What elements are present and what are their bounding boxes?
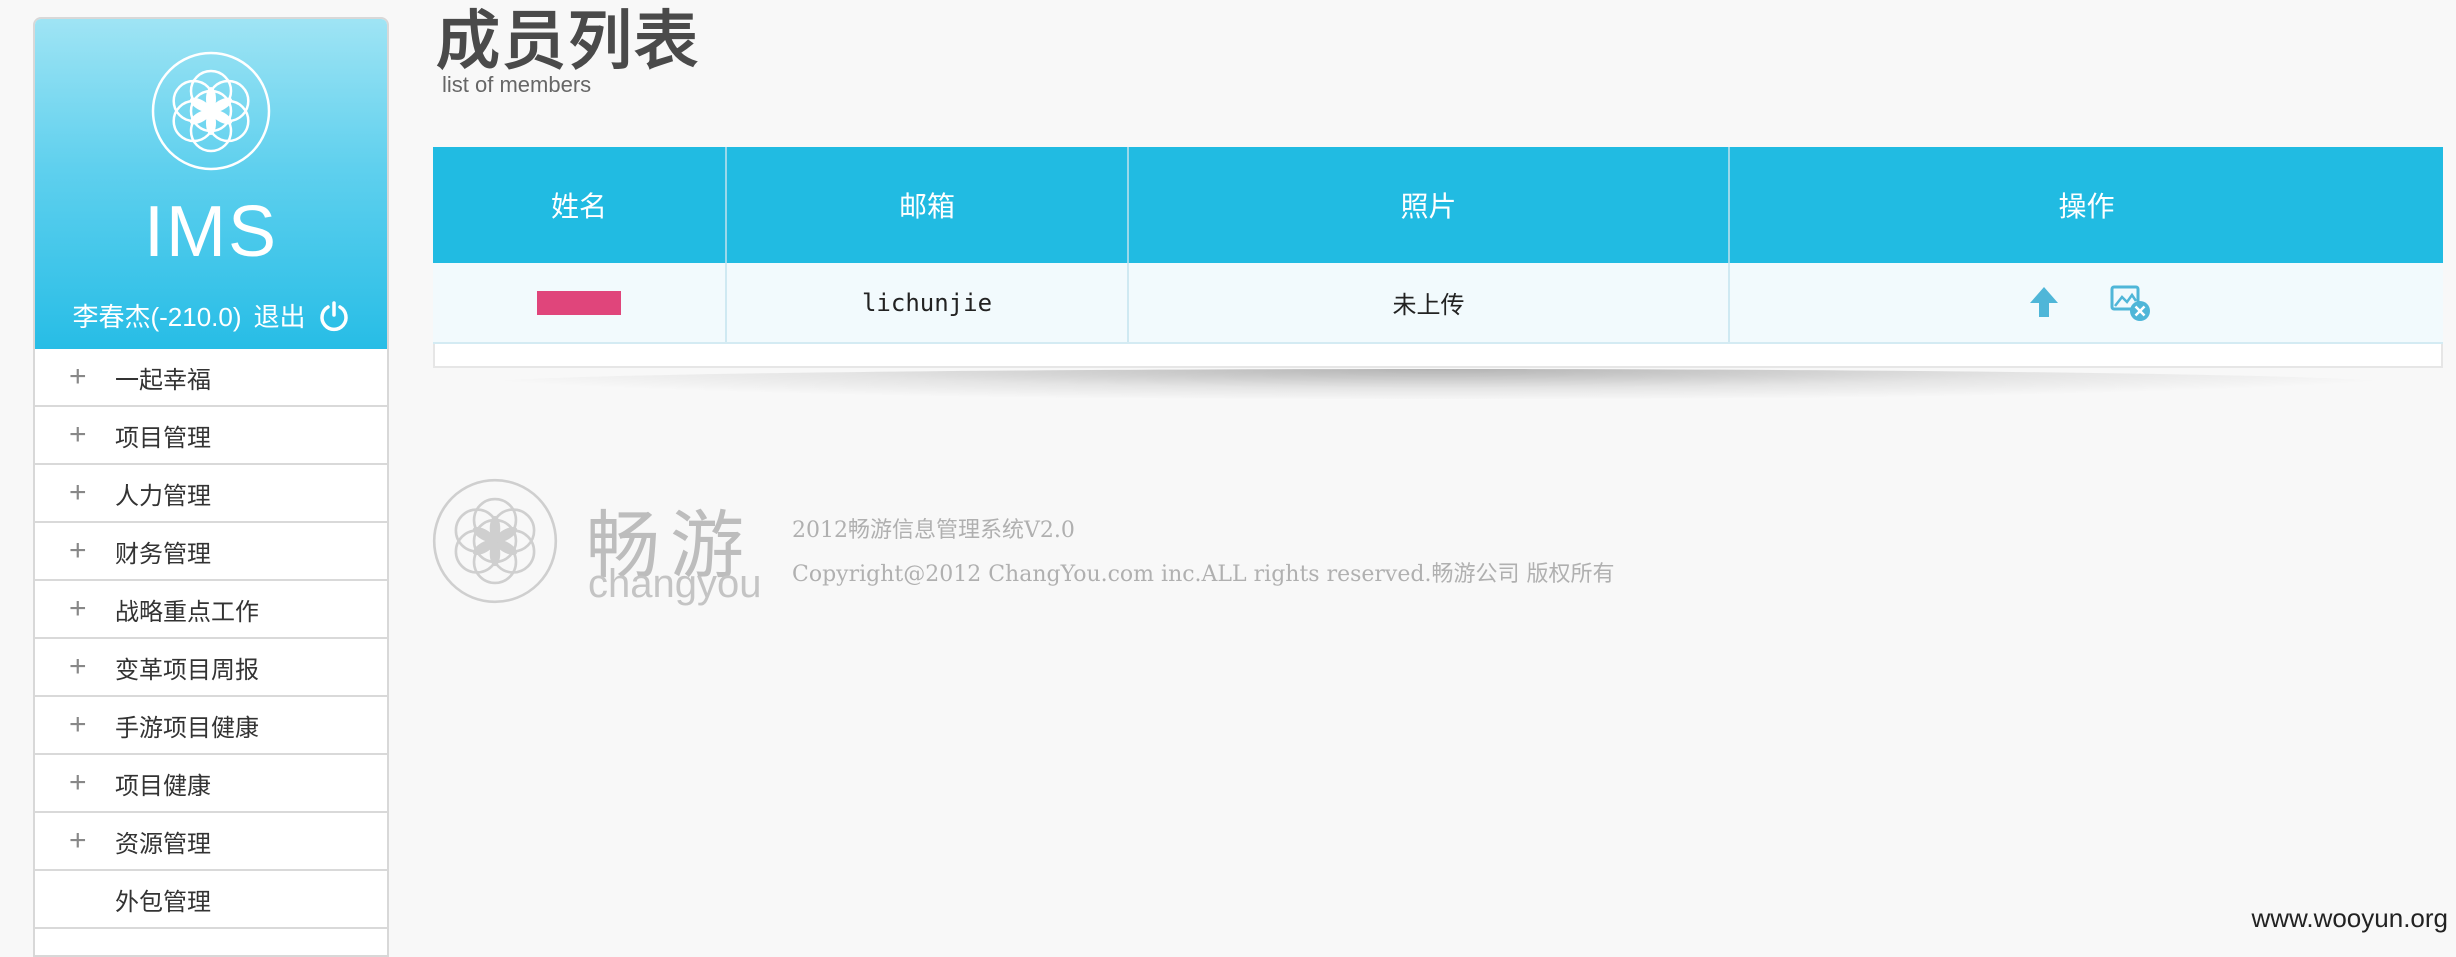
plus-icon: + (69, 710, 105, 740)
sidebar-item-label: 项目健康 (115, 766, 211, 801)
user-display: 李春杰(-210.0) (72, 297, 241, 334)
cell-email: lichunjie (726, 263, 1128, 343)
user-info-line: 李春杰(-210.0) 退出 (35, 297, 387, 334)
app-logo-text: IMS (35, 191, 387, 273)
sidebar-item-label: 资源管理 (115, 824, 211, 859)
plus-icon: + (69, 594, 105, 624)
sidebar-item-label: 手游项目健康 (115, 708, 259, 743)
sidebar: IMS 李春杰(-210.0) 退出 + 一起幸福 + 项目管理 + 人力管理 … (33, 17, 389, 957)
plus-icon: + (69, 536, 105, 566)
sidebar-menu: + 一起幸福 + 项目管理 + 人力管理 + 财务管理 + 战略重点工作 + 变… (35, 349, 387, 929)
watermark-text: www.wooyun.org (2251, 903, 2448, 934)
sidebar-item-yiqi-xingfu[interactable]: + 一起幸福 (35, 349, 387, 407)
delete-photo-icon[interactable] (2108, 281, 2152, 325)
column-header-name: 姓名 (433, 147, 726, 263)
sidebar-item-outsourcing-management[interactable]: + 外包管理 (35, 871, 387, 929)
action-icons (1731, 281, 2442, 325)
sidebar-item-label: 变革项目周报 (115, 650, 259, 685)
table-header-row: 姓名 邮箱 照片 操作 (433, 147, 2443, 263)
footer-system-version: 2012畅游信息管理系统V2.0 (792, 512, 1075, 544)
members-table: 姓名 邮箱 照片 操作 lichunjie 未上传 (433, 147, 2443, 344)
column-header-actions: 操作 (1729, 147, 2443, 263)
sidebar-item-project-management[interactable]: + 项目管理 (35, 407, 387, 465)
cell-actions (1729, 263, 2443, 343)
redacted-name (537, 291, 621, 315)
column-header-photo: 照片 (1128, 147, 1729, 263)
page-title: 成员列表 (436, 6, 700, 76)
sidebar-item-label: 财务管理 (115, 534, 211, 569)
sidebar-item-label: 人力管理 (115, 476, 211, 511)
sidebar-item-label: 战略重点工作 (115, 592, 259, 627)
changyou-flower-logo-icon (430, 476, 560, 606)
sidebar-item-strategic-work[interactable]: + 战略重点工作 (35, 581, 387, 639)
sidebar-item-label: 一起幸福 (115, 360, 211, 395)
cell-photo: 未上传 (1128, 263, 1729, 343)
footer-brand-en: changyou (588, 562, 761, 607)
sidebar-item-label: 项目管理 (115, 418, 211, 453)
power-icon[interactable] (318, 300, 350, 332)
footer-copyright: Copyright@2012 ChangYou.com inc.ALL righ… (792, 556, 1614, 588)
sidebar-item-hr-management[interactable]: + 人力管理 (35, 465, 387, 523)
table-row: lichunjie 未上传 (433, 263, 2443, 343)
sidebar-item-finance-management[interactable]: + 财务管理 (35, 523, 387, 581)
plus-icon: + (69, 478, 105, 508)
table-shadow (473, 369, 2403, 399)
sidebar-item-mobile-game-health[interactable]: + 手游项目健康 (35, 697, 387, 755)
members-table-container: 姓名 邮箱 照片 操作 lichunjie 未上传 (433, 147, 2443, 368)
upload-arrow-icon[interactable] (2022, 281, 2066, 325)
sidebar-item-resource-management[interactable]: + 资源管理 (35, 813, 387, 871)
table-footer (433, 344, 2443, 368)
sidebar-item-reform-weekly[interactable]: + 变革项目周报 (35, 639, 387, 697)
logout-link[interactable]: 退出 (254, 297, 306, 334)
plus-icon: + (69, 768, 105, 798)
page-subtitle: list of members (442, 72, 591, 98)
plus-icon: + (69, 826, 105, 856)
sidebar-header: IMS 李春杰(-210.0) 退出 (35, 19, 387, 349)
flower-logo-icon (149, 49, 273, 173)
sidebar-item-project-health[interactable]: + 项目健康 (35, 755, 387, 813)
column-header-email: 邮箱 (726, 147, 1128, 263)
cell-name (433, 263, 726, 343)
plus-icon: + (69, 652, 105, 682)
plus-icon: + (69, 420, 105, 450)
sidebar-item-label: 外包管理 (115, 882, 211, 917)
plus-icon: + (69, 362, 105, 392)
